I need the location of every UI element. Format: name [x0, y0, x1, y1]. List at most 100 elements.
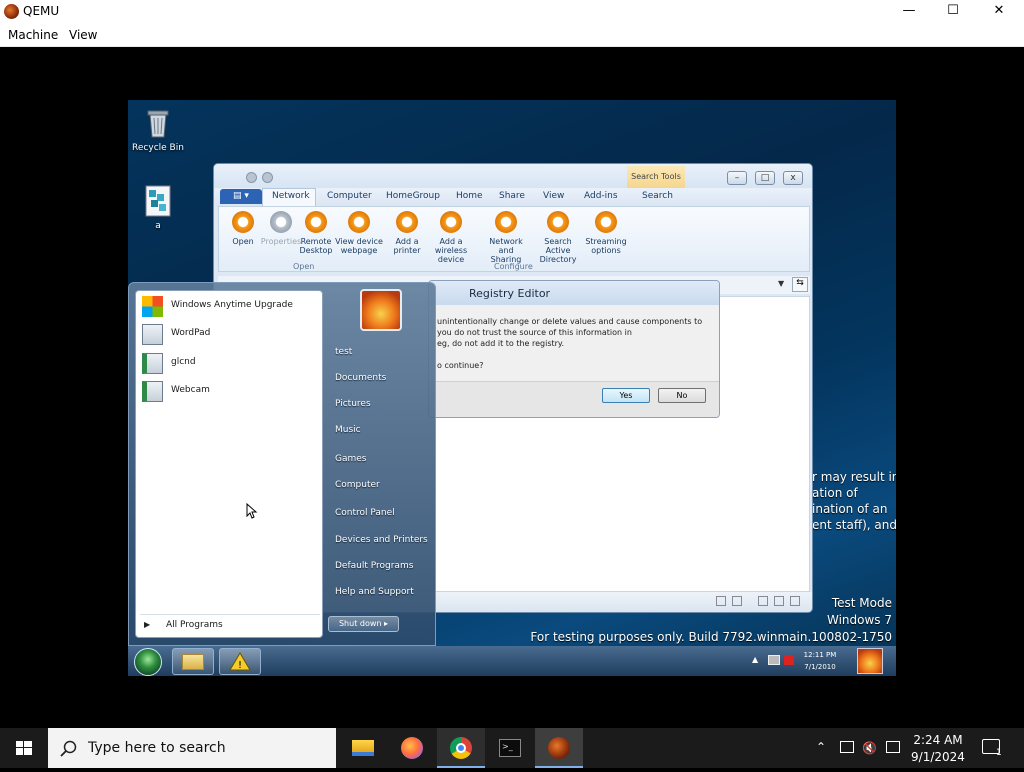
taskbar-qemu[interactable] — [535, 728, 583, 768]
ribbon-add-printer-button[interactable]: Add a printer — [383, 211, 431, 255]
pane-toggle-icon[interactable] — [758, 596, 768, 606]
start-item-control-panel[interactable]: Control Panel — [335, 508, 395, 518]
start-item-default-programs[interactable]: Default Programs — [335, 561, 413, 571]
user-picture[interactable] — [360, 289, 402, 331]
network-sharing-icon — [495, 211, 517, 233]
start-item-devices-printers[interactable]: Devices and Printers — [335, 535, 428, 545]
start-item-user[interactable]: test — [335, 347, 352, 357]
desktop-icon-label: Recycle Bin — [132, 143, 184, 153]
ribbon-search-ad-button[interactable]: Search Active Directory — [534, 211, 582, 264]
display-icon[interactable] — [886, 741, 900, 753]
ribbon-group-open: Open — [293, 262, 315, 271]
maximize-button[interactable]: ☐ — [930, 0, 976, 23]
back-button[interactable] — [246, 172, 257, 183]
details-view-icon[interactable] — [716, 596, 726, 606]
taskbar-file-explorer[interactable] — [339, 728, 387, 768]
tab-share[interactable]: Share — [499, 191, 525, 201]
host-clock[interactable]: 2:24 AM 9/1/2024 — [905, 732, 971, 766]
arrow-right-icon: ▶ — [144, 620, 151, 629]
qemu-logo-icon — [4, 4, 19, 19]
warning-icon: ! — [229, 652, 251, 671]
no-button[interactable]: No — [658, 388, 706, 403]
start-menu[interactable]: Windows Anytime Upgrade WordPad glcnd We… — [128, 282, 436, 646]
program-label: WordPad — [171, 328, 211, 338]
start-item-games[interactable]: Games — [335, 454, 366, 464]
taskbar-firefox[interactable] — [388, 728, 436, 768]
taskbar-chrome[interactable] — [437, 728, 485, 768]
host-menu-bar — [0, 23, 1024, 47]
tray-overflow-icon[interactable]: ⌃ — [816, 740, 826, 754]
windows-start-button[interactable] — [0, 728, 48, 768]
explorer-close-button[interactable]: x — [783, 171, 803, 185]
guest-clock[interactable]: 12:11 PM 7/1/2010 — [800, 649, 840, 673]
refresh-icon[interactable]: ⇆ — [792, 277, 808, 292]
start-item-pictures[interactable]: Pictures — [335, 399, 371, 409]
tab-search[interactable]: Search — [642, 191, 673, 201]
tab-homegroup[interactable]: HomeGroup — [386, 191, 440, 201]
tab-network[interactable]: Network — [272, 191, 310, 201]
program-label: Webcam — [171, 385, 210, 395]
tab-view[interactable]: View — [543, 191, 564, 201]
program-glcnd[interactable]: glcnd — [140, 350, 320, 376]
start-orb-button[interactable] — [134, 648, 162, 676]
taskbar-explorer-button[interactable] — [172, 648, 214, 675]
tab-home[interactable]: Home — [456, 191, 483, 201]
remote-desktop-icon — [305, 211, 327, 233]
ribbon-add-wireless-device-button[interactable]: Add a wireless device — [427, 211, 475, 264]
ribbon-network-sharing-button[interactable]: Network and Sharing — [482, 211, 530, 264]
tab-computer[interactable]: Computer — [327, 191, 372, 201]
taskbar-warning-button[interactable]: ! — [219, 648, 261, 675]
start-item-help-support[interactable]: Help and Support — [335, 587, 414, 597]
menu-machine[interactable]: Machine — [8, 28, 58, 42]
start-item-documents[interactable]: Documents — [335, 373, 386, 383]
taskbar-terminal[interactable]: >_ — [486, 728, 534, 768]
minimize-button[interactable]: — — [886, 0, 932, 23]
desktop-icon-a[interactable]: a — [128, 184, 188, 231]
ribbon-streaming-options-button[interactable]: Streaming options — [582, 211, 630, 255]
program-windows-anytime-upgrade[interactable]: Windows Anytime Upgrade — [140, 293, 320, 319]
shutdown-button[interactable]: Shut down ▸ — [328, 616, 399, 632]
desktop-icon-recycle-bin[interactable]: Recycle Bin — [128, 106, 188, 153]
guest-screen[interactable]: Recycle Bin a r may result in ation of i… — [128, 100, 896, 676]
folder-icon — [182, 654, 204, 670]
tab-add-ins[interactable]: Add-ins — [584, 191, 618, 201]
tiles-view-icon[interactable] — [732, 596, 742, 606]
ribbon-label: Search Active Directory — [539, 237, 577, 264]
firefox-icon — [401, 737, 423, 759]
preview-pane-icon[interactable] — [774, 596, 784, 606]
network-icon[interactable] — [768, 655, 780, 665]
file-menu-button[interactable]: ▤ ▾ — [220, 189, 262, 204]
registry-editor-dialog[interactable]: Registry Editor unintentionally change o… — [428, 280, 720, 418]
volume-icon[interactable] — [784, 655, 794, 665]
ribbon-view-device-webpage-button[interactable]: View device webpage — [335, 211, 383, 255]
ribbon-label: Add a wireless device — [434, 237, 468, 264]
explorer-maximize-button[interactable]: □ — [755, 171, 775, 185]
show-desktop-button[interactable] — [857, 648, 883, 674]
explorer-minimize-button[interactable]: – — [727, 171, 747, 185]
start-item-computer[interactable]: Computer — [335, 480, 380, 490]
forward-button[interactable] — [262, 172, 273, 183]
menu-view[interactable]: View — [69, 28, 97, 42]
yes-button[interactable]: Yes — [602, 388, 650, 403]
dialog-title-bar: Registry Editor — [429, 281, 719, 305]
background-text-line: ination of an — [812, 502, 888, 516]
details-pane-icon[interactable] — [790, 596, 800, 606]
close-button[interactable]: ✕ — [976, 0, 1022, 23]
watermark-line: For testing purposes only. Build 7792.wi… — [530, 630, 892, 644]
ribbon-label: Add a printer — [393, 237, 421, 255]
all-programs-button[interactable]: ▶ All Programs — [140, 614, 320, 634]
show-hidden-icons-icon[interactable]: ▲ — [752, 655, 758, 664]
search-placeholder: Type here to search — [88, 740, 226, 756]
program-wordpad[interactable]: WordPad — [140, 321, 320, 347]
network-status-icon[interactable] — [840, 741, 854, 753]
open-icon — [232, 211, 254, 233]
ribbon-remote-desktop-button[interactable]: Remote Desktop — [292, 211, 340, 255]
notification-count: 1 — [996, 748, 1002, 758]
volume-muted-icon[interactable]: 🔇 — [862, 741, 877, 755]
start-menu-programs-pane: Windows Anytime Upgrade WordPad glcnd We… — [135, 290, 323, 638]
start-item-music[interactable]: Music — [335, 425, 361, 435]
ribbon-label: Streaming options — [585, 237, 627, 255]
program-webcam[interactable]: Webcam — [140, 378, 320, 404]
background-text-line: r may result in — [812, 470, 896, 484]
address-dropdown-icon[interactable]: ▼ — [778, 279, 784, 288]
